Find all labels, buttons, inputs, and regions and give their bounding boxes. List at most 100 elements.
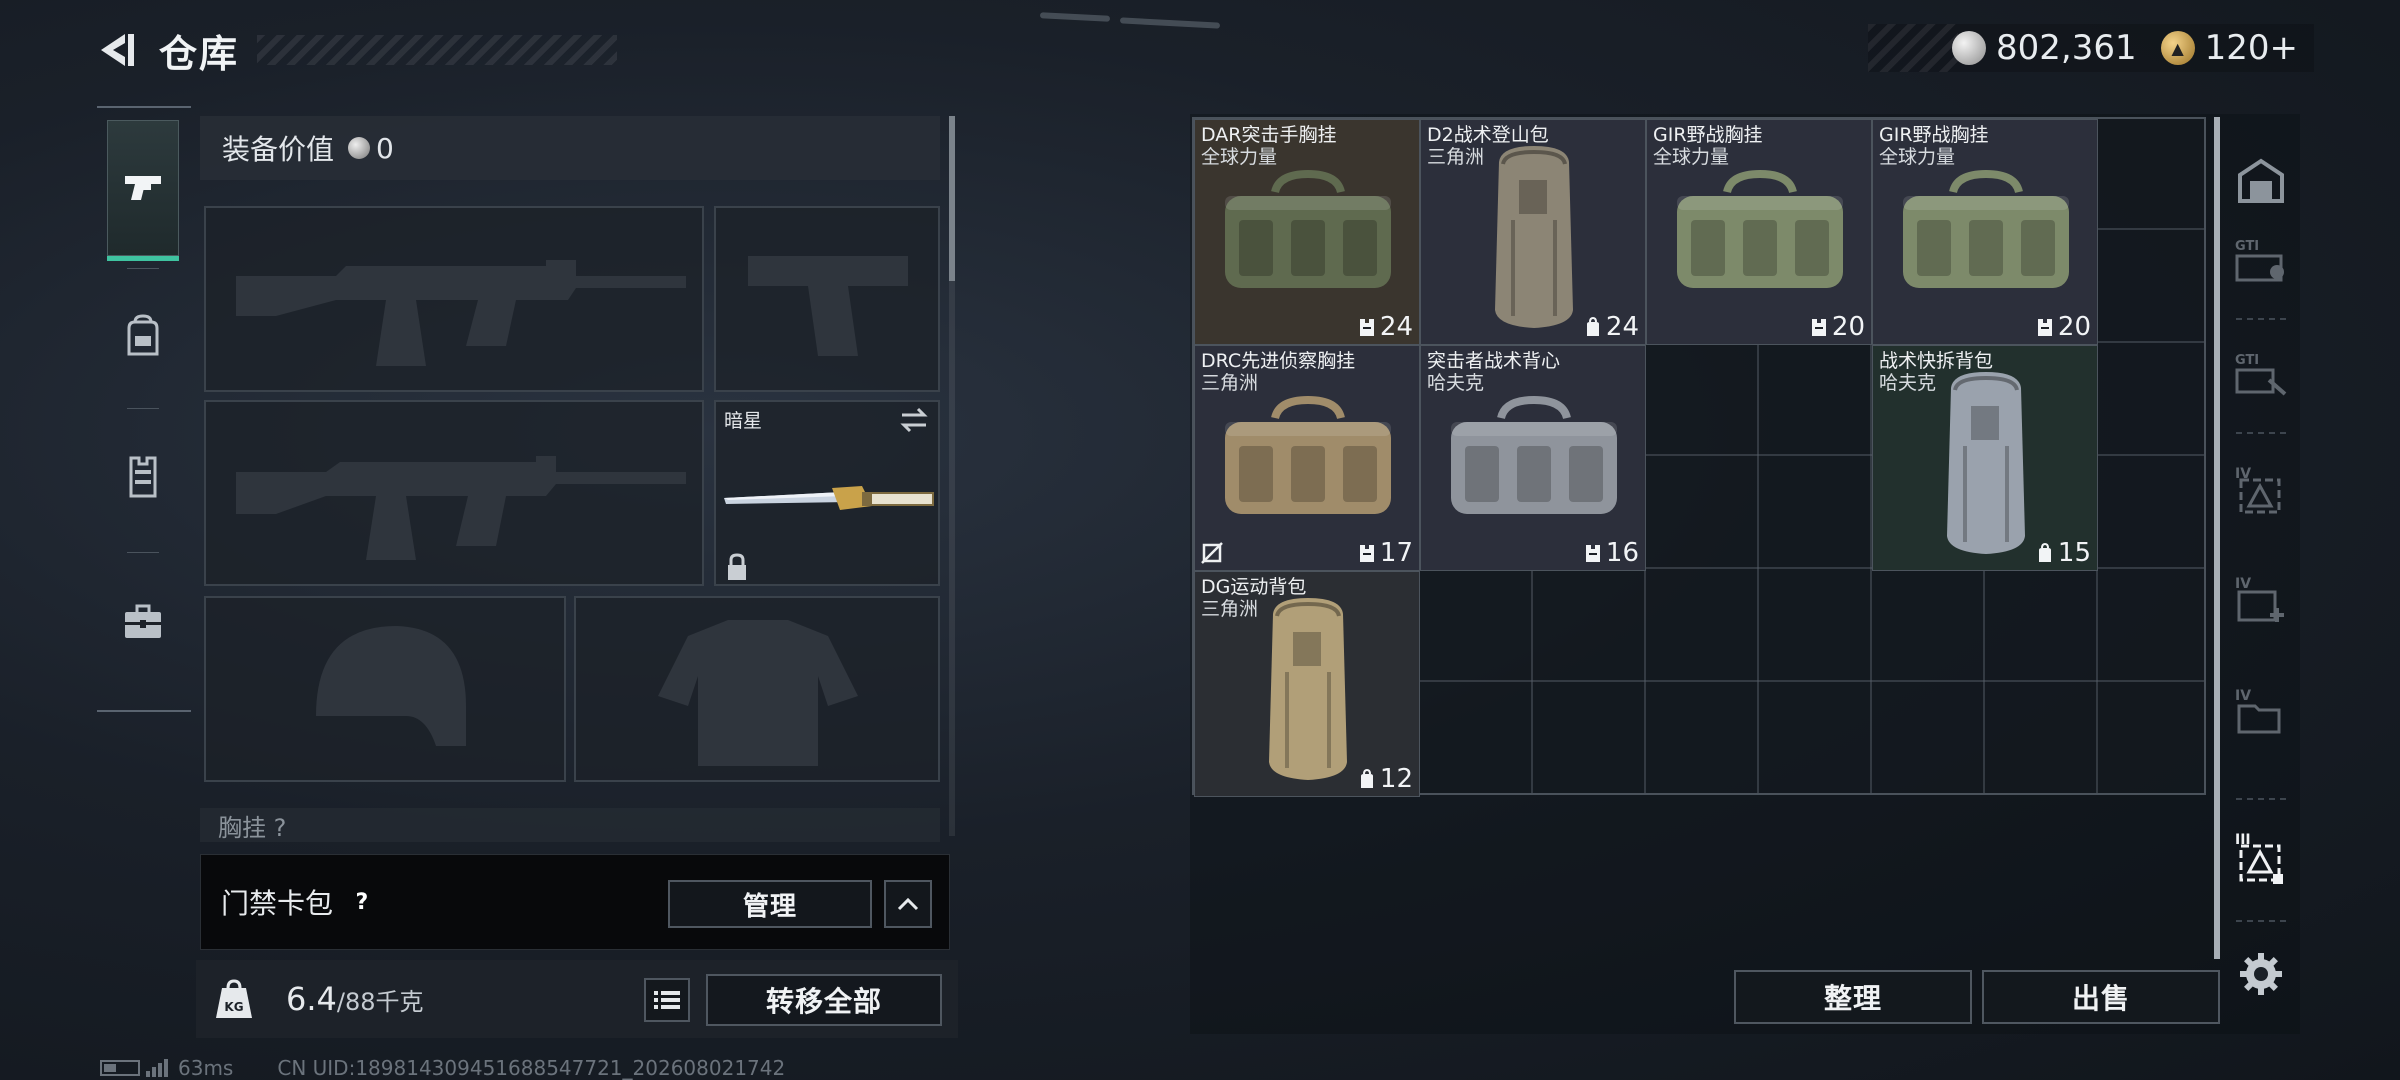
- signal-icon: [146, 1059, 168, 1077]
- primary-weapon-slot[interactable]: [204, 206, 704, 392]
- carry-weight-max: /88千克: [336, 988, 424, 1016]
- pistol-silhouette-icon: [748, 256, 908, 356]
- tab-divider: [2236, 318, 2286, 320]
- tab-vests[interactable]: [107, 408, 179, 544]
- storage-item[interactable]: GIR野战胸挂 全球力量 20: [1646, 119, 1872, 345]
- storage-item[interactable]: GIR野战胸挂 全球力量 20: [1872, 119, 2098, 345]
- item-capacity: 15: [2036, 538, 2091, 568]
- tab-tier4-folder[interactable]: IV: [2232, 682, 2290, 742]
- vest-icon: [1359, 319, 1374, 336]
- equipment-category-tabs: [97, 106, 191, 712]
- item-name: D2战术登山包: [1427, 124, 1549, 146]
- helmet-slot[interactable]: [204, 596, 566, 782]
- svg-text:KG: KG: [224, 1000, 243, 1014]
- tab-tier3-box[interactable]: III: [2232, 828, 2290, 888]
- tier4-folder-icon: IV: [2235, 688, 2281, 734]
- silver-coin-icon: [1952, 31, 1986, 65]
- background-light-streak: [1119, 17, 1221, 29]
- item-name: GIR野战胸挂: [1653, 124, 1763, 146]
- manage-button[interactable]: 管理: [668, 880, 872, 928]
- equipment-value: 0: [376, 131, 394, 165]
- list-view-button[interactable]: [644, 978, 690, 1022]
- tab-divider: [2236, 920, 2286, 922]
- carry-weight-current: 6.4: [286, 980, 337, 1018]
- item-name: 突击者战术背心: [1427, 350, 1561, 372]
- armor-silhouette-icon: [658, 620, 858, 766]
- transfer-all-button[interactable]: 转移全部: [706, 974, 942, 1026]
- gold-coin-icon: ▲: [2160, 31, 2195, 65]
- list-icon: [654, 991, 680, 1009]
- help-icon[interactable]: ?: [341, 881, 383, 923]
- tab-safe-box[interactable]: [2232, 150, 2290, 210]
- currency-gold[interactable]: ▲ 120+: [2160, 28, 2298, 68]
- tab-divider: [2236, 798, 2286, 800]
- item-capacity-value: 20: [1831, 312, 1865, 342]
- item-faction: 哈夫克: [1879, 372, 1937, 394]
- melee-slot[interactable]: 暗星: [714, 400, 940, 586]
- item-capacity-value: 20: [2057, 312, 2091, 342]
- gti-case-icon: GTI: [2235, 239, 2284, 282]
- battery-icon: [100, 1060, 140, 1076]
- equipment-value-bar: 装备价值 0: [200, 116, 940, 180]
- helmet-silhouette-icon: [316, 626, 466, 746]
- item-capacity: 24: [1358, 312, 1413, 342]
- tab-gti-case[interactable]: GTI: [2232, 230, 2290, 290]
- tier4-box-icon: IV: [2235, 466, 2281, 514]
- svg-text:IV: IV: [2235, 688, 2251, 704]
- backpack-icon: [1360, 769, 1373, 788]
- storage-item[interactable]: DRC先进侦察胸挂 三角洲 17: [1194, 345, 1420, 571]
- item-capacity: 20: [2036, 312, 2091, 342]
- tab-backpacks[interactable]: [107, 268, 179, 404]
- keycard-pack-label: 门禁卡包: [221, 887, 334, 920]
- vest-icon: [1359, 545, 1374, 562]
- body-armor-slot[interactable]: [574, 596, 940, 782]
- tab-divider: [127, 552, 159, 553]
- storage-scrollbar[interactable]: [2214, 117, 2220, 959]
- storage-item[interactable]: 突击者战术背心 哈夫克 16: [1420, 345, 1646, 571]
- back-arrow-icon[interactable]: [95, 28, 139, 72]
- gun-icon: [125, 176, 161, 200]
- title-decoration: [257, 35, 618, 65]
- storage-category-tabs: GTI GTI IV IV IV III: [2222, 114, 2300, 1034]
- svg-text:IV: IV: [2235, 576, 2251, 592]
- secondary-weapon-slot[interactable]: [204, 400, 704, 586]
- equipment-scrollbar[interactable]: [949, 116, 955, 836]
- item-name: DAR突击手胸挂: [1201, 124, 1337, 146]
- tab-supplies[interactable]: [107, 554, 179, 690]
- item-capacity: 24: [1584, 312, 1639, 342]
- tier4-medkit-icon: IV: [2235, 576, 2284, 622]
- storage-item[interactable]: DG运动背包 三角洲 12: [1194, 571, 1420, 797]
- currency-silver[interactable]: 802,361: [1952, 28, 2137, 68]
- tab-gti-tools[interactable]: GTI: [2232, 344, 2290, 404]
- item-capacity: 16: [1584, 538, 1639, 568]
- sell-button[interactable]: 出售: [1982, 970, 2220, 1024]
- vest-icon: [2037, 319, 2052, 336]
- gti-tool-icon: GTI: [2235, 353, 2287, 396]
- tab-weapons[interactable]: [107, 120, 179, 261]
- storage-item[interactable]: D2战术登山包 三角洲 24: [1420, 119, 1646, 345]
- storage-item[interactable]: 战术快拆背包 哈夫克 15: [1872, 345, 2098, 571]
- expand-button[interactable]: [884, 880, 932, 928]
- equipment-panel: 装备价值 0 暗星 胸挂 ? 门禁卡包 ? 管理 KG 6.4/88千克 转移全…: [196, 116, 958, 1038]
- silver-amount: 802,361: [1996, 28, 2137, 68]
- svg-text:GTI: GTI: [2235, 239, 2259, 254]
- equipment-value-label: 装备价值: [222, 133, 335, 166]
- item-capacity: 17: [1358, 538, 1413, 568]
- vest-icon: [1811, 319, 1826, 336]
- item-faction: 全球力量: [1201, 146, 1278, 168]
- chest-rig-section-label: 胸挂 ?: [200, 808, 940, 842]
- swap-icon[interactable]: [898, 406, 930, 434]
- tab-tier4-box[interactable]: IV: [2232, 460, 2290, 520]
- background-light-streak: [1039, 12, 1111, 22]
- lock-icon: [728, 553, 746, 580]
- rifle-silhouette-icon: [236, 260, 686, 366]
- storage-item[interactable]: DAR突击手胸挂 全球力量 24: [1194, 119, 1420, 345]
- settings-button[interactable]: [2232, 944, 2290, 1004]
- sidearm-slot[interactable]: [714, 206, 940, 392]
- organize-button[interactable]: 整理: [1734, 970, 1972, 1024]
- item-faction: 三角洲: [1201, 372, 1259, 394]
- ping-text: 63ms: [178, 1056, 234, 1080]
- tab-divider: [2236, 432, 2286, 434]
- tab-tier4-medkit[interactable]: IV: [2232, 570, 2290, 630]
- tier3-box-icon: III: [2235, 832, 2283, 884]
